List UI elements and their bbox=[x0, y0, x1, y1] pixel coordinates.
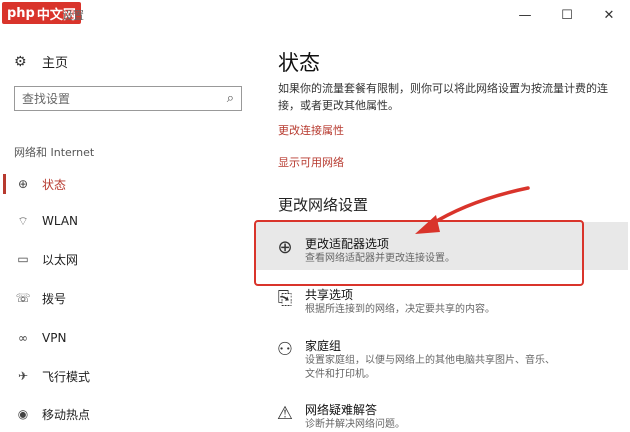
sidebar-item-vpn[interactable]: ∞ VPN bbox=[0, 325, 258, 351]
search-input[interactable]: 查找设置 ⌕ bbox=[14, 86, 242, 111]
option-troubleshoot[interactable]: ⚠ 网络疑难解答 诊断并解决网络问题。 bbox=[273, 402, 625, 432]
close-button[interactable]: ✕ bbox=[588, 0, 630, 30]
airplane-icon: ✈ bbox=[17, 369, 29, 383]
homegroup-icon: ⚇ bbox=[276, 339, 294, 360]
active-indicator bbox=[3, 174, 6, 194]
show-available-networks-link[interactable]: 显示可用网络 bbox=[278, 154, 344, 170]
sidebar-item-hotspot[interactable]: ◉ 移动热点 bbox=[0, 401, 258, 427]
option-subtitle: 诊断并解决网络问题。 bbox=[305, 419, 405, 430]
sidebar-item-status[interactable]: ⊕ 状态 bbox=[0, 171, 258, 197]
wifi-icon: ⌔ bbox=[17, 213, 29, 228]
page-description: 如果你的流量套餐有限制，则你可以将此网络设置为按流量计费的连接，或者更改其他属性… bbox=[278, 82, 608, 112]
sidebar-item-label: 状态 bbox=[42, 177, 67, 192]
minimize-button[interactable]: — bbox=[504, 0, 546, 30]
home-label: 主页 bbox=[42, 56, 69, 71]
hotspot-icon: ◉ bbox=[17, 407, 29, 421]
sidebar-item-label: 以太网 bbox=[42, 252, 79, 267]
vpn-icon: ∞ bbox=[18, 331, 28, 345]
option-title: 家庭组 bbox=[305, 339, 342, 353]
section-title: 更改网络设置 bbox=[278, 196, 369, 214]
sidebar-item-wlan[interactable]: ⌔ WLAN bbox=[0, 208, 258, 234]
option-subtitle: 设置家庭组，以便与网络上的其他电脑共享图片、音乐、文件和打印机。 bbox=[305, 355, 555, 380]
nav-home[interactable]: ⚙ 主页 bbox=[14, 52, 69, 72]
option-subtitle: 根据所连接到的网络，决定要共享的内容。 bbox=[305, 304, 495, 315]
title-bar: php 中文网 设置 — ☐ ✕ bbox=[0, 0, 630, 30]
globe-icon: ⊕ bbox=[17, 177, 29, 191]
search-placeholder: 查找设置 bbox=[22, 92, 71, 106]
watermark-brand: php bbox=[7, 5, 35, 21]
ethernet-icon: ▭ bbox=[17, 252, 29, 266]
dialup-icon: ☏ bbox=[15, 291, 31, 305]
sidebar: ⚙ 主页 查找设置 ⌕ 网络和 Internet ⊕ 状态 ⌔ WLAN ▭ 以… bbox=[0, 30, 258, 431]
sidebar-item-dialup[interactable]: ☏ 拨号 bbox=[0, 285, 258, 311]
section-label: 网络和 Internet bbox=[14, 146, 95, 159]
sidebar-item-label: 移动热点 bbox=[42, 407, 91, 422]
warning-icon: ⚠ bbox=[276, 403, 294, 424]
sharing-icon: ⎘ bbox=[277, 288, 293, 309]
window-controls: — ☐ ✕ bbox=[504, 0, 630, 30]
maximize-button[interactable]: ☐ bbox=[546, 0, 588, 30]
option-sharing[interactable]: ⎘ 共享选项 根据所连接到的网络，决定要共享的内容。 bbox=[273, 287, 625, 317]
sidebar-item-ethernet[interactable]: ▭ 以太网 bbox=[0, 246, 258, 272]
sidebar-item-label: 飞行模式 bbox=[42, 369, 91, 384]
sidebar-item-airplane-mode[interactable]: ✈ 飞行模式 bbox=[0, 363, 258, 389]
search-icon: ⌕ bbox=[226, 91, 234, 106]
sidebar-item-label: WLAN bbox=[42, 214, 79, 228]
window-title: 设置 bbox=[62, 9, 84, 22]
sidebar-item-label: 拨号 bbox=[42, 291, 67, 306]
option-title: 网络疑难解答 bbox=[305, 403, 378, 417]
gear-icon: ⚙ bbox=[14, 53, 27, 70]
option-homegroup[interactable]: ⚇ 家庭组 设置家庭组，以便与网络上的其他电脑共享图片、音乐、文件和打印机。 bbox=[273, 338, 625, 382]
sidebar-item-label: VPN bbox=[42, 331, 67, 345]
change-connection-properties-link[interactable]: 更改连接属性 bbox=[278, 122, 344, 138]
page-title: 状态 bbox=[278, 51, 320, 75]
option-title: 共享选项 bbox=[305, 288, 354, 302]
annotation-highlight-box bbox=[254, 220, 584, 286]
